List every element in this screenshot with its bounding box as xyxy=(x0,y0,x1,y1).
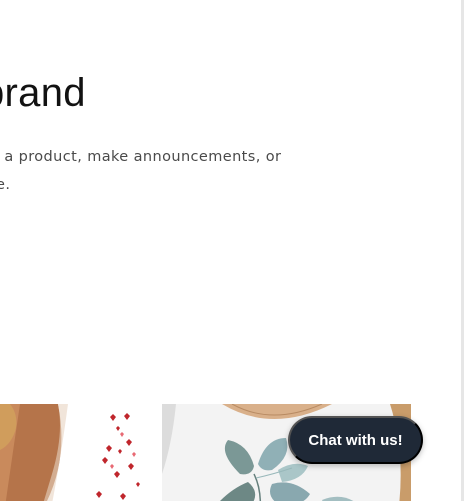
product-image-hearts xyxy=(0,404,150,501)
product-card[interactable] xyxy=(0,404,150,501)
page: brand e a product, make announcements, o… xyxy=(0,0,464,501)
hero-text-line: re. xyxy=(0,177,11,193)
hero-heading: brand xyxy=(0,71,86,115)
chat-button[interactable]: Chat with us! xyxy=(288,416,423,464)
hero-text-line: e a product, make announcements, or xyxy=(0,149,282,165)
hero-text: e a product, make announcements, or re. xyxy=(0,143,290,199)
